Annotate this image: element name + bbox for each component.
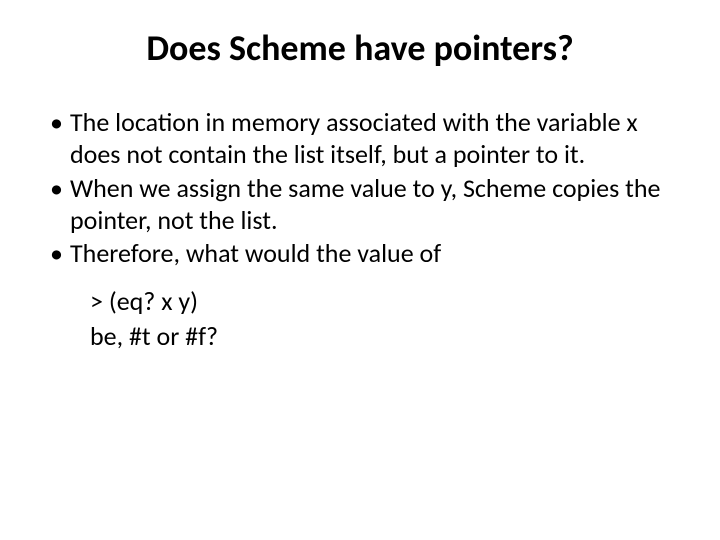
bullet-item: When we assign the same value to y, Sche…: [50, 173, 670, 236]
bullet-item: The location in memory associated with t…: [50, 107, 670, 170]
slide-title: Does Scheme have pointers?: [50, 28, 670, 69]
bullet-list: The location in memory associated with t…: [50, 107, 670, 270]
code-line-1: > (eq? x y): [90, 284, 670, 319]
code-line-2: be, #t or #f?: [90, 319, 670, 354]
bullet-item: Therefore, what would the value of: [50, 238, 670, 270]
code-example: > (eq? x y) be, #t or #f?: [50, 284, 670, 354]
slide: Does Scheme have pointers? The location …: [0, 0, 720, 540]
